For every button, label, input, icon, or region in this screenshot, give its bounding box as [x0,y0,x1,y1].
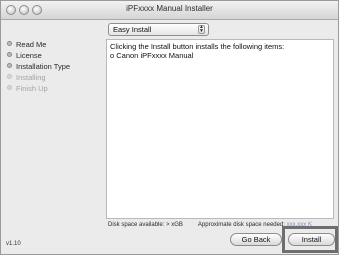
disk-available-value: > xGB [166,222,183,228]
step-finish-up: Finish Up [6,83,106,94]
step-label: Installation Type [16,62,71,71]
install-button-highlight [282,226,338,253]
step-label: Installing [16,73,46,82]
step-installation-type: Installation Type [6,61,106,72]
install-type-selected: Easy Install [113,25,152,34]
step-bullet-icon [7,52,12,57]
disk-needed-label: Approximate disk space needed: [197,222,285,228]
step-bullet-icon [7,41,12,46]
step-installing: Installing [6,72,106,83]
install-type-popup[interactable]: Easy Install ▲ ▼ [108,23,209,36]
installer-window: iPFxxxx Manual Installer Easy Install ▲ ▼… [0,0,339,255]
step-bullet-icon [7,85,12,90]
go-back-button[interactable]: Go Back [230,233,282,246]
step-bullet-icon [7,74,12,79]
step-label: Read Me [16,40,47,49]
summary-line: Clicking the Install button installs the… [110,42,285,51]
title-bar[interactable]: iPFxxxx Manual Installer [1,1,338,20]
step-label: License [16,51,42,60]
install-summary-pane: Clicking the Install button installs the… [106,39,334,219]
installer-steps-sidebar: Read Me License Installation Type Instal… [6,39,106,94]
popup-arrows-icon: ▲ ▼ [198,24,205,34]
window-title: iPFxxxx Manual Installer [126,4,213,13]
summary-line: o Canon iPFxxxx Manual [110,51,194,60]
step-license: License [6,50,106,61]
disk-available-label: Disk space available: [108,222,165,228]
step-label: Finish Up [16,84,48,93]
step-bullet-icon [7,63,12,68]
version-label: v1.10 [6,241,21,247]
step-read-me: Read Me [6,39,106,50]
